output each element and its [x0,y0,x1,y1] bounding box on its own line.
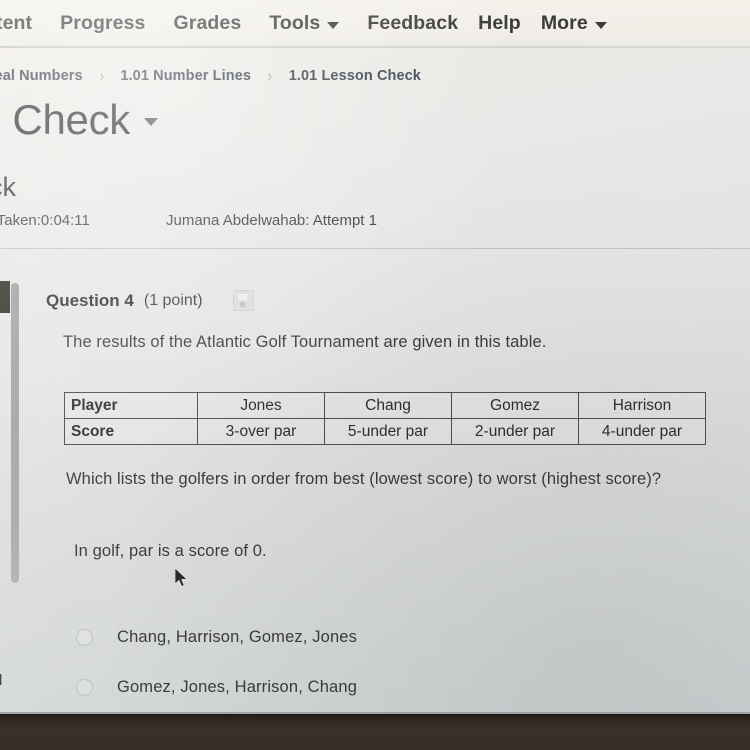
golf-results-table: Player Jones Chang Gomez Harrison Score … [64,392,706,445]
left-cutoff-text: d [0,672,2,689]
mouse-pointer [175,568,188,587]
table-rowheader-score: Score [64,418,198,445]
page-title: n Check [0,96,158,144]
nav-item-grades[interactable]: Grades [174,12,242,35]
answer-option-1-label: Gomez, Jones, Harrison, Chang [117,678,358,696]
left-edge-block [0,281,10,313]
nav-item-more-label: More [540,11,588,34]
answer-option-0[interactable]: Chang, Harrison, Gomez, Jones [76,628,357,647]
nav-item-feedback-label: Feedback [367,11,459,34]
save-icon[interactable] [232,290,254,311]
page-title-text: n Check [0,96,130,143]
breadcrumb-item-real-numbers[interactable]: Real Numbers [0,68,83,84]
table-cell-player-1: Chang [324,392,452,419]
attempt-info-label: Jumana Abdelwahab: Attempt 1 [166,212,377,229]
header-divider [0,248,750,249]
nav-item-more[interactable]: More [541,12,607,35]
vertical-scrollbar[interactable] [11,283,19,583]
top-navigation-bar: ntent Progress Grades Tools Feedback Hel… [0,0,750,46]
nav-item-content[interactable]: ntent [0,12,32,35]
nav-item-help[interactable]: Help [478,12,521,35]
question-intro-text: The results of the Atlantic Golf Tournam… [63,333,547,351]
nav-item-feedback[interactable]: Feedback [367,12,458,35]
table-row-score: Score 3-over par 5-under par 2-under par… [64,418,706,445]
nav-item-tools-label: Tools [269,11,321,34]
breadcrumb-item-number-lines[interactable]: 1.01 Number Lines [120,68,251,84]
table-cell-score-0: 3-over par [197,418,325,445]
nav-item-tools[interactable]: Tools [269,11,340,35]
breadcrumb-item-lesson-check[interactable]: 1.01 Lesson Check [289,68,421,84]
chevron-down-icon [594,21,607,29]
nav-item-progress[interactable]: Progress [60,12,145,35]
question-number: Question 4 [46,290,134,310]
answer-option-1[interactable]: Gomez, Jones, Harrison, Chang [76,678,357,697]
question-points: (1 point) [143,291,203,309]
radio-button-icon[interactable] [76,629,93,646]
breadcrumb-separator-icon: › [267,66,272,85]
question-prompt: Which lists the golfers in order from be… [66,470,662,488]
breadcrumb: Real Numbers › 1.01 Number Lines › 1.01 … [0,62,750,90]
laptop-bezel [0,714,750,750]
table-cell-score-1: 5-under par [324,418,452,445]
time-taken-label: me Taken:0:04:11 [0,212,90,229]
nav-item-grades-label: Grades [173,11,242,34]
nav-item-progress-label: Progress [60,11,146,34]
table-row-player: Player Jones Chang Gomez Harrison [64,392,706,419]
chevron-down-icon [327,21,340,29]
table-cell-player-0: Jones [197,392,325,419]
laptop-screen: ntent Progress Grades Tools Feedback Hel… [0,0,750,750]
table-cell-player-2: Gomez [451,392,579,419]
table-cell-score-2: 2-under par [451,418,579,445]
nav-item-help-label: Help [478,11,521,34]
table-cell-score-3: 4-under par [578,418,706,445]
quiz-name: eck [0,172,17,202]
question-header: Question 4 (1 point) [46,290,254,311]
question-hint: In golf, par is a score of 0. [74,542,267,560]
nav-item-content-label: ntent [0,11,33,34]
table-cell-player-3: Harrison [578,392,706,419]
answer-option-0-label: Chang, Harrison, Gomez, Jones [117,628,358,646]
nav-divider [0,46,750,48]
breadcrumb-separator-icon: › [99,66,104,85]
radio-button-icon[interactable] [76,679,93,696]
chevron-down-icon[interactable] [143,118,158,126]
table-rowheader-player: Player [64,392,198,419]
